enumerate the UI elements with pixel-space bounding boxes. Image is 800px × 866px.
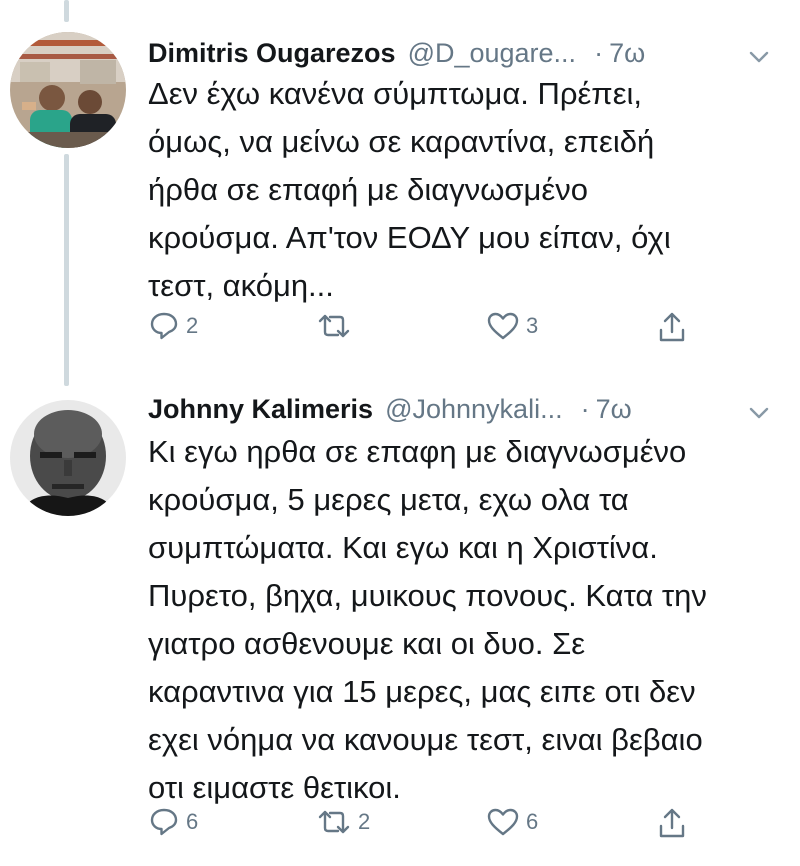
avatar-image bbox=[10, 32, 126, 148]
tweet-actions: 2 3 bbox=[148, 310, 708, 350]
reply-button[interactable]: 6 bbox=[148, 806, 198, 838]
chevron-down-icon[interactable] bbox=[748, 46, 770, 68]
like-button[interactable]: 3 bbox=[486, 310, 538, 342]
reply-count: 6 bbox=[186, 809, 199, 834]
tweet-text-line: κρούσμα, 5 μερες μετα, εχω ολα τα bbox=[148, 482, 629, 517]
reply-icon bbox=[148, 310, 180, 342]
tweet-text-line: Πυρετο, βηχα, μυικους πονους. Κατα την bbox=[148, 578, 707, 613]
tweet-text-line: γιατρο ασθενουμε και οι δυο. Σε bbox=[148, 626, 586, 661]
share-button[interactable] bbox=[656, 310, 688, 344]
timestamp[interactable]: 7ω bbox=[609, 38, 645, 69]
reply-button[interactable]: 2 bbox=[148, 310, 198, 342]
tweet-text-line: κρούσμα. Απ'τον ΕΟΔΥ μου είπαν, όχι bbox=[148, 220, 671, 255]
tweet-text-line: εχει νόημα να κανουμε τεστ, ειναι βεβαιο bbox=[148, 722, 703, 757]
chevron-down-icon[interactable] bbox=[748, 402, 770, 424]
display-name[interactable]: Dimitris Ougarezos bbox=[148, 38, 396, 69]
tweet-text: Κι εγω ηρθα σε επαφη με διαγνωσμένο κρού… bbox=[148, 428, 788, 812]
like-button[interactable]: 6 bbox=[486, 806, 538, 838]
retweet-button[interactable]: 2 bbox=[316, 806, 370, 838]
user-handle[interactable]: @Johnnykali... bbox=[385, 394, 563, 425]
reply-icon bbox=[148, 806, 180, 838]
tweet-text-line: όμως, να μείνω σε καραντίνα, επειδή bbox=[148, 124, 655, 159]
like-icon bbox=[486, 310, 520, 342]
like-icon bbox=[486, 806, 520, 838]
like-count: 3 bbox=[526, 313, 539, 338]
tweet[interactable]: Dimitris Ougarezos @D_ougare... · 7ω Δεν… bbox=[0, 0, 800, 386]
share-icon bbox=[656, 806, 688, 840]
display-name[interactable]: Johnny Kalimeris bbox=[148, 394, 373, 425]
user-handle[interactable]: @D_ougare... bbox=[408, 38, 577, 69]
tweet-text-line: Δεν έχω κανένα σύμπτωμα. Πρέπει, bbox=[148, 76, 643, 111]
avatar[interactable] bbox=[10, 400, 126, 516]
retweet-icon bbox=[316, 806, 352, 838]
avatar[interactable] bbox=[10, 32, 126, 148]
tweet-text-line: Κι εγω ηρθα σε επαφη με διαγνωσμένο bbox=[148, 434, 687, 469]
retweet-button[interactable] bbox=[316, 310, 358, 342]
retweet-icon bbox=[316, 310, 352, 342]
tweet-text: Δεν έχω κανένα σύμπτωμα. Πρέπει, όμως, ν… bbox=[148, 70, 788, 310]
tweet-actions: 6 2 6 bbox=[148, 806, 708, 846]
timestamp[interactable]: 7ω bbox=[596, 394, 632, 425]
separator-dot: · bbox=[580, 394, 590, 424]
share-icon bbox=[656, 310, 688, 344]
tweet-text-line: καραντινα για 15 μερες, μας ειπε οτι δεν bbox=[148, 674, 696, 709]
share-button[interactable] bbox=[656, 806, 688, 840]
reply-count: 2 bbox=[186, 313, 199, 338]
tweet-text-line: ήρθα σε επαφή με διαγνωσμένο bbox=[148, 172, 588, 207]
tweet-text-line: τεστ, ακόμη... bbox=[148, 268, 334, 303]
avatar-image bbox=[10, 400, 126, 516]
like-count: 6 bbox=[526, 809, 539, 834]
tweet[interactable]: Johnny Kalimeris @Johnnykali... · 7ω Κι … bbox=[0, 386, 800, 866]
tweet-text-line: οτι ειμαστε θετικοι. bbox=[148, 770, 401, 805]
retweet-count: 2 bbox=[358, 809, 371, 834]
separator-dot: · bbox=[594, 38, 604, 68]
tweet-text-line: συμπτώματα. Και εγω και η Χριστίνα. bbox=[148, 530, 658, 565]
